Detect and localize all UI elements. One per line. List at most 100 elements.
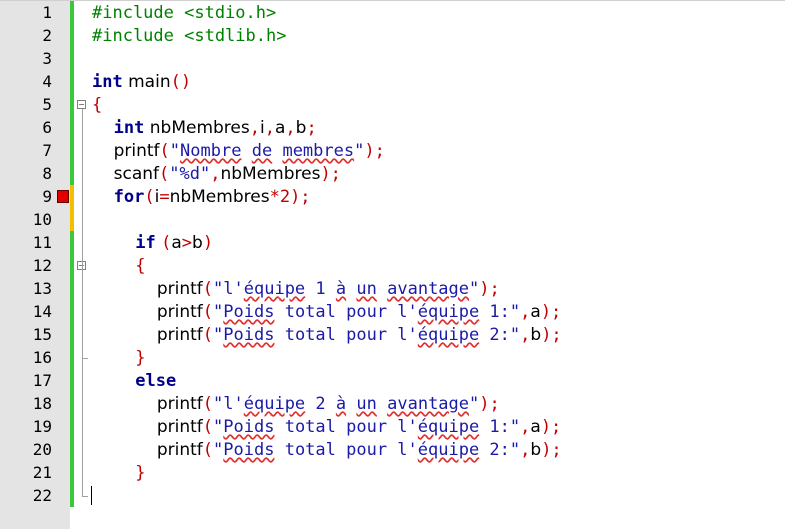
code-line[interactable]: scanf("%d",nbMembres); xyxy=(92,162,341,185)
code-token: * xyxy=(269,187,280,207)
code-token: ); xyxy=(541,325,562,345)
line-number: 15 xyxy=(32,325,52,344)
code-token: printf xyxy=(92,417,203,437)
code-line[interactable]: printf("Nombre de membres"); xyxy=(92,139,385,162)
code-token: " xyxy=(213,417,224,437)
code-token: " xyxy=(213,325,224,345)
code-token: ); xyxy=(541,440,562,460)
code-token: ( xyxy=(202,440,214,460)
code-token: 1:" xyxy=(479,302,521,322)
code-token: { xyxy=(92,95,103,115)
code-token: ); xyxy=(479,279,500,299)
code-token: a xyxy=(171,233,182,253)
code-line[interactable]: } xyxy=(92,346,145,369)
code-line[interactable]: #include <stdlib.h> xyxy=(92,24,286,47)
line-number: 7 xyxy=(42,141,52,160)
code-line[interactable]: { xyxy=(92,254,145,277)
saved-change-marker xyxy=(70,1,74,24)
code-line[interactable]: printf("Poids total pour l'équipe 2:",b)… xyxy=(92,438,562,461)
bookmark-icon[interactable] xyxy=(57,190,69,203)
saved-change-marker xyxy=(70,162,74,185)
code-token: printf xyxy=(92,302,203,322)
code-line[interactable]: for(i=nbMembres*2); xyxy=(92,185,311,208)
code-token: total pour l' xyxy=(274,325,418,345)
line-number: 5 xyxy=(42,95,52,114)
code-token: if xyxy=(135,233,156,253)
code-token: ); xyxy=(540,302,562,322)
line-number: 10 xyxy=(32,210,52,229)
spellcheck-flagged-token: à xyxy=(335,279,347,299)
code-token: a xyxy=(274,118,286,138)
spellcheck-flagged-token: de xyxy=(251,141,273,161)
code-token: , xyxy=(520,440,531,460)
saved-change-marker xyxy=(70,461,74,484)
line-number: 16 xyxy=(32,348,52,367)
spellcheck-flagged-token: équipe xyxy=(243,279,306,299)
code-token: 1:" xyxy=(479,417,521,437)
line-number: 17 xyxy=(32,371,52,390)
code-token: total pour l' xyxy=(274,302,418,322)
code-line[interactable]: if (a>b) xyxy=(92,231,213,254)
line-number-gutter[interactable]: 1 2 3 4 5 6 7 8 9 10 11 12 13 14 15 16 17 18 19 20 21 22 xyxy=(0,1,70,529)
line-number: 11 xyxy=(32,233,52,252)
spellcheck-flagged-token: membres xyxy=(282,141,355,161)
code-token: 2 xyxy=(279,187,291,207)
code-line[interactable]: printf("l'équipe 2 à un avantage"); xyxy=(92,392,500,415)
code-token: "l' xyxy=(213,279,244,299)
code-token: " xyxy=(354,141,365,161)
saved-change-marker xyxy=(70,346,74,369)
code-token: main xyxy=(122,72,171,92)
code-line[interactable]: int main() xyxy=(92,70,191,93)
spellcheck-flagged-token: équipe xyxy=(417,325,480,345)
code-token: nbMembres xyxy=(220,164,321,184)
code-token: , xyxy=(285,118,296,138)
code-token: #include <stdio.h> xyxy=(92,3,277,23)
spellcheck-flagged-token: équipe xyxy=(243,394,306,414)
code-token: 2:" xyxy=(479,440,521,460)
code-line[interactable]: } xyxy=(92,461,145,484)
code-token: "%d" xyxy=(169,164,211,184)
spellcheck-flagged-token: avantage xyxy=(387,394,470,414)
code-line[interactable]: int nbMembres,i,a,b; xyxy=(92,116,317,139)
code-token: ( xyxy=(159,141,170,161)
text-caret xyxy=(91,486,92,505)
saved-change-marker xyxy=(70,300,74,323)
code-line[interactable]: printf("l'équipe 1 à un avantage"); xyxy=(92,277,500,300)
saved-change-marker xyxy=(70,392,74,415)
line-number: 22 xyxy=(32,486,52,505)
saved-change-marker xyxy=(70,323,74,346)
fold-collapse-icon[interactable] xyxy=(77,100,86,109)
saved-change-marker xyxy=(70,254,74,277)
code-editor[interactable]: 1 2 3 4 5 6 7 8 9 10 11 12 13 14 15 16 17 18 19 20 21 22 #inc… xyxy=(0,0,785,529)
code-line[interactable]: #include <stdio.h> xyxy=(92,1,276,24)
code-token: int xyxy=(92,72,123,92)
line-number: 21 xyxy=(32,463,52,482)
line-number: 8 xyxy=(42,164,52,183)
code-token: > xyxy=(181,233,193,253)
code-token: 1 xyxy=(305,279,336,299)
code-token: printf xyxy=(92,440,203,460)
code-line[interactable]: else xyxy=(92,369,176,392)
spellcheck-flagged-token: avantage xyxy=(387,279,470,299)
code-token: } xyxy=(135,348,146,368)
code-line[interactable]: { xyxy=(92,93,102,116)
code-token: } xyxy=(135,463,146,483)
line-number: 13 xyxy=(32,279,52,298)
unsaved-change-marker xyxy=(70,208,74,231)
code-line[interactable]: printf("Poids total pour l'équipe 1:",a)… xyxy=(92,415,561,438)
fold-end-marker xyxy=(82,358,88,359)
line-number: 2 xyxy=(42,26,52,45)
code-line[interactable]: printf("Poids total pour l'équipe 2:",b)… xyxy=(92,323,562,346)
code-token: #include <stdlib.h> xyxy=(92,26,287,46)
saved-change-marker xyxy=(70,139,74,162)
code-token: printf xyxy=(92,141,160,161)
code-line[interactable]: printf("Poids total pour l'équipe 1:",a)… xyxy=(92,300,561,323)
spellcheck-flagged-token: équipe xyxy=(417,302,480,322)
